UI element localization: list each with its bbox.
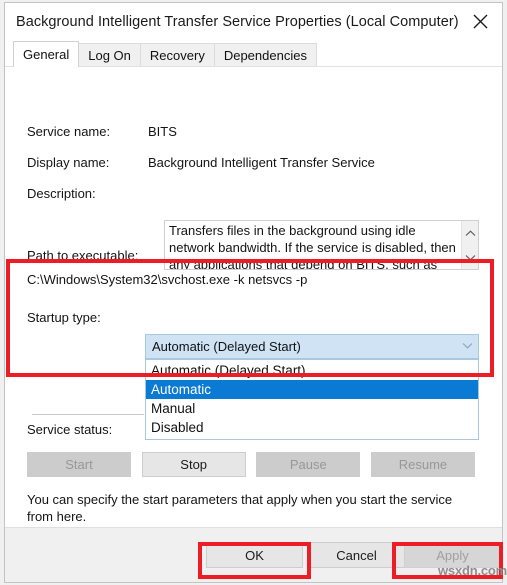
start-button[interactable]: Start (27, 452, 131, 477)
display-name-row: Display name: Background Intelligent Tra… (27, 155, 375, 170)
dropdown-option-manual[interactable]: Manual (146, 399, 478, 418)
description-value: Transfers files in the background using … (169, 223, 456, 269)
service-name-row: Service name: BITS (27, 124, 177, 139)
dropdown-option-automatic-delayed[interactable]: Automatic (Delayed Start) (146, 361, 478, 380)
stop-button[interactable]: Stop (141, 452, 246, 477)
dropdown-option-disabled[interactable]: Disabled (146, 418, 478, 437)
path-to-executable-label: Path to executable: (27, 248, 139, 263)
description-textarea[interactable]: Transfers files in the background using … (164, 220, 479, 270)
path-to-executable-value: C:\Windows\System32\svchost.exe -k netsv… (27, 272, 308, 287)
startup-type-combobox[interactable]: Automatic (Delayed Start) (145, 334, 479, 359)
service-name-label: Service name: (27, 124, 111, 139)
startup-type-label: Startup type: (27, 310, 101, 325)
service-properties-dialog: Background Intelligent Transfer Service … (4, 2, 503, 583)
tab-dependencies[interactable]: Dependencies (213, 43, 317, 67)
tab-recovery[interactable]: Recovery (139, 43, 215, 67)
display-name-value: Background Intelligent Transfer Service (148, 155, 375, 170)
display-name-label: Display name: (27, 155, 110, 170)
general-tab-panel: Service name: BITS Display name: Backgro… (5, 66, 502, 566)
ok-button[interactable]: OK (206, 542, 303, 568)
pause-button[interactable]: Pause (256, 452, 361, 477)
startup-type-selected-value: Automatic (Delayed Start) (152, 339, 301, 354)
title-bar: Background Intelligent Transfer Service … (5, 3, 502, 41)
dropdown-option-automatic[interactable]: Automatic (146, 380, 478, 399)
watermark: wsxdn.com (438, 563, 507, 578)
tab-log-on[interactable]: Log On (78, 43, 141, 67)
scroll-up-icon[interactable] (465, 224, 476, 242)
tab-general[interactable]: General (13, 41, 80, 67)
tab-strip: General Log On Recovery Dependencies (13, 41, 502, 67)
chevron-down-icon[interactable] (456, 341, 478, 352)
start-parameters-hint: You can specify the start parameters tha… (27, 492, 453, 524)
service-control-buttons: Start Stop Pause Resume (27, 452, 475, 477)
description-scrollbar[interactable] (461, 221, 478, 269)
close-icon[interactable] (458, 3, 502, 39)
scroll-down-icon[interactable] (465, 248, 476, 266)
divider (32, 414, 144, 415)
startup-type-dropdown-list: Automatic (Delayed Start) Automatic Manu… (145, 359, 479, 440)
description-label: Description: (27, 186, 96, 201)
cancel-button[interactable]: Cancel (308, 542, 405, 568)
screen: Background Intelligent Transfer Service … (0, 0, 507, 585)
dialog-footer: OK Cancel Apply (5, 527, 502, 582)
window-title: Background Intelligent Transfer Service … (16, 14, 459, 30)
resume-button[interactable]: Resume (370, 452, 475, 477)
service-name-value: BITS (148, 124, 177, 139)
service-status-label: Service status: (27, 422, 113, 437)
